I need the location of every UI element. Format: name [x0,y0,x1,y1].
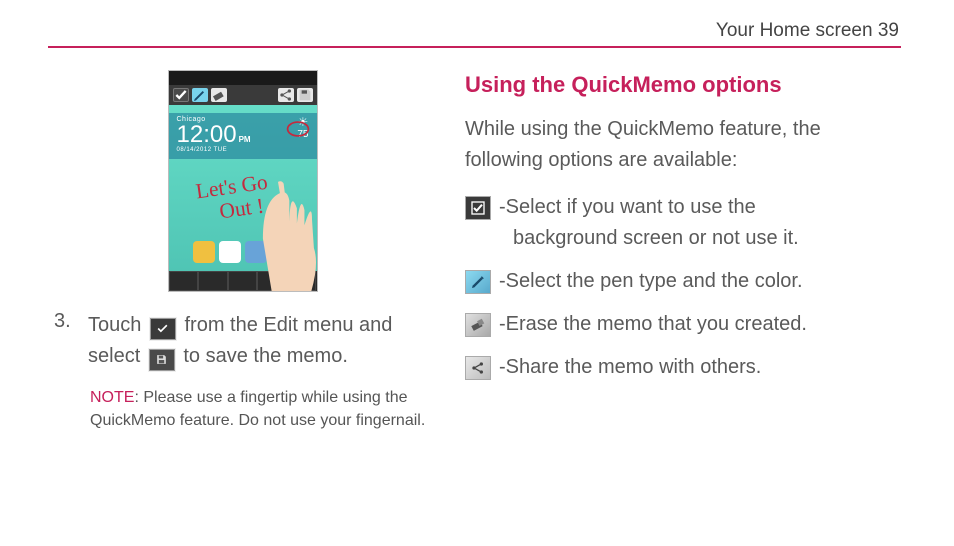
eraser-icon [465,313,491,337]
option-text: -Select the pen type and the color. [499,270,803,292]
section-name: Your Home screen [716,20,873,41]
option-share: -Share the memo with others. [465,352,899,383]
option-text: -Erase the memo that you created. [499,313,807,335]
page-number: 39 [878,20,899,41]
phone-date: 08/14/2012 TUE [177,147,309,153]
left-column: Chicago 12:00PM 08/14/2012 TUE ☀ 75 Let'… [50,70,435,432]
option-background: -Select if you want to use the backgroun… [465,192,899,254]
phone-ampm: PM [237,135,251,144]
phone-time: 12:00 [177,121,237,148]
step-text-a: Touch [88,314,147,336]
phone-check-icon [173,88,189,102]
share-icon [465,356,491,380]
page-header: Your Home screen 39 [50,20,899,46]
option-text: -Share the memo with others. [499,356,761,378]
pen-icon [465,270,491,294]
edit-menu-icon [150,318,176,340]
save-icon [149,349,175,371]
phone-pen-icon [192,88,208,102]
phone-eraser-icon [211,88,227,102]
phone-share-icon [278,88,294,102]
step-3: 3. Touch from the Edit menu and select t… [50,310,435,372]
option-erase: -Erase the memo that you created. [465,309,899,340]
step-text-c: to save the memo. [183,345,348,367]
intro-paragraph: While using the QuickMemo feature, the f… [465,114,899,176]
option-text: -Select if you want to use the [499,196,756,218]
option-pen: -Select the pen type and the color. [465,266,899,297]
note-label: NOTE [90,389,134,406]
note-text: : Please use a fingertip while using the… [90,389,425,429]
check-icon [465,196,491,220]
header-rule [48,46,901,48]
right-column: Using the QuickMemo options While using … [465,70,899,432]
option-text-cont: background screen or not use it. [499,223,899,254]
note: NOTE: Please use a fingertip while using… [50,386,435,432]
hand-illustration [244,181,318,292]
section-heading: Using the QuickMemo options [465,72,899,98]
phone-save-icon [297,88,313,102]
step-number: 3. [54,310,80,372]
phone-screenshot: Chicago 12:00PM 08/14/2012 TUE ☀ 75 Let'… [50,70,435,292]
